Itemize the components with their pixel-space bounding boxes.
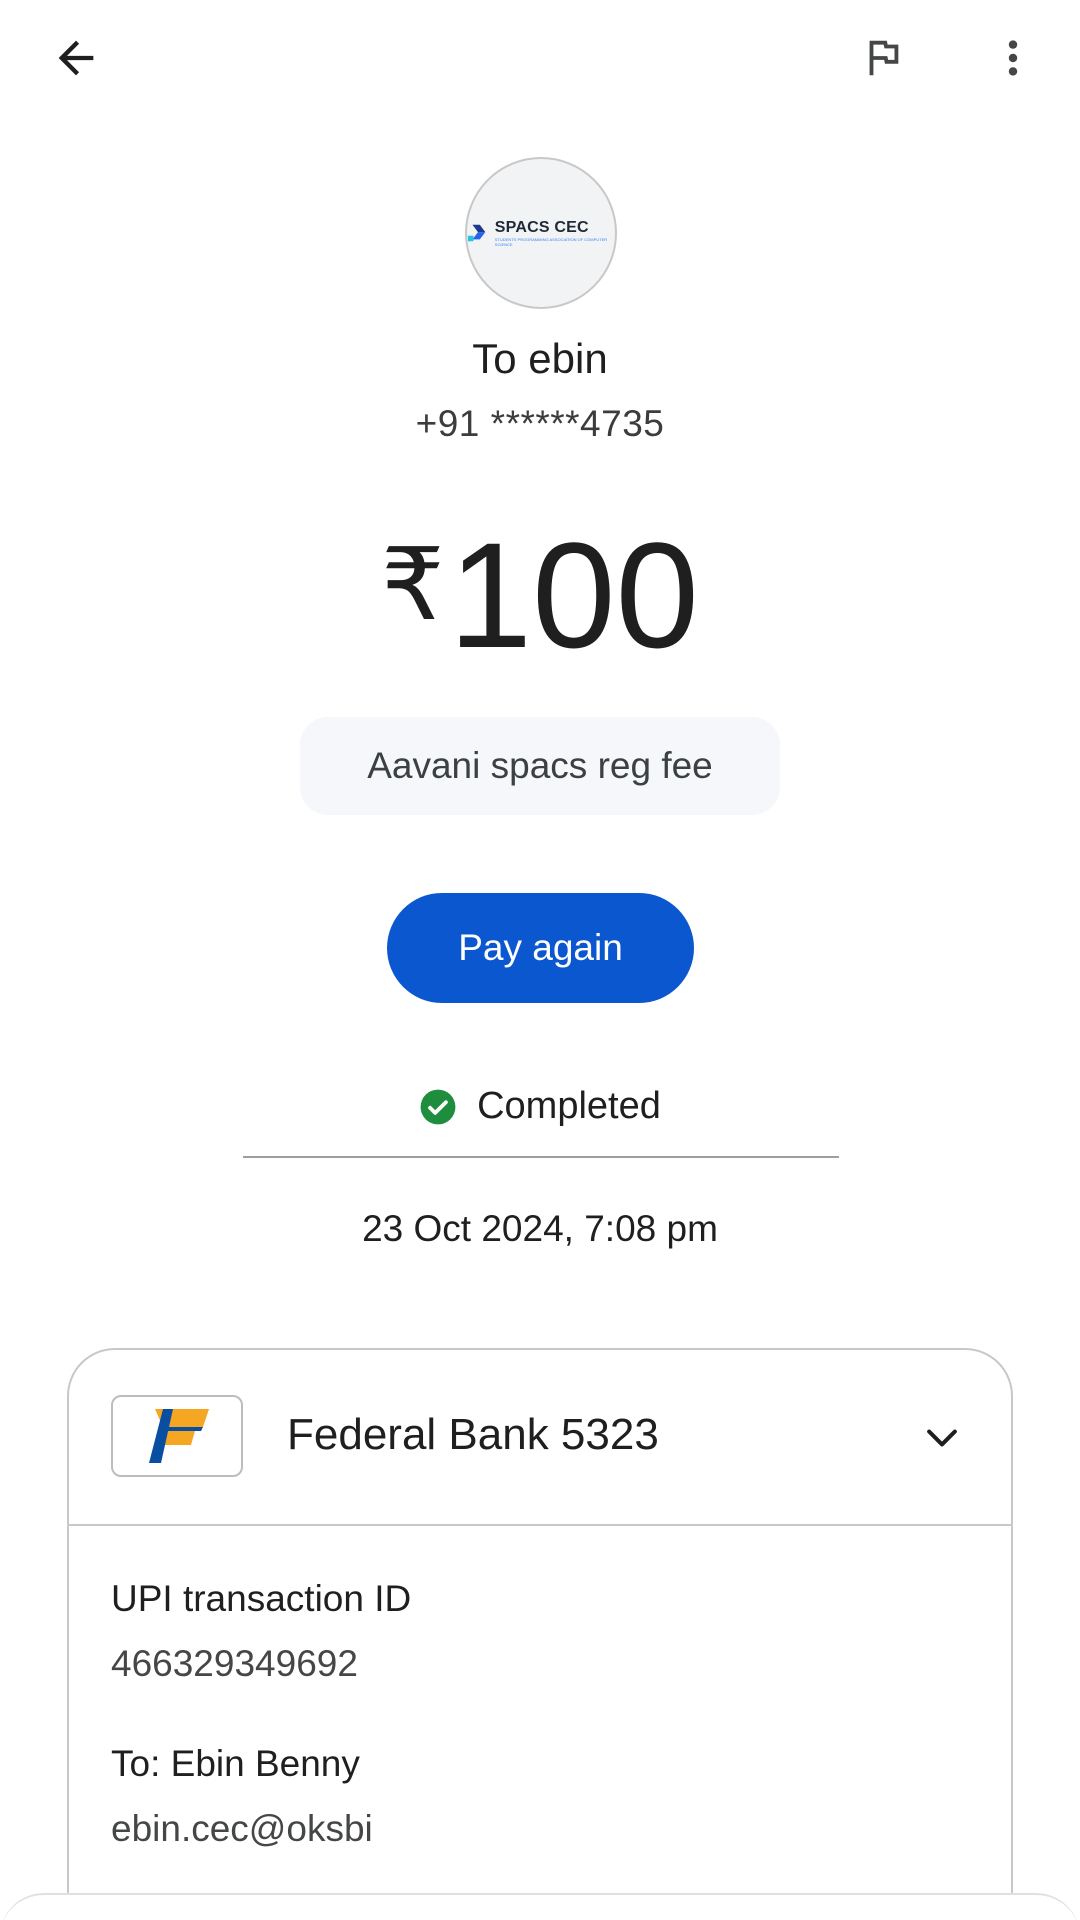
report-button[interactable] xyxy=(835,10,931,106)
amount-value: 100 xyxy=(448,511,699,679)
recipient-avatar: SPACS CEC STUDENTS PROGRAMMING ASSOCIATI… xyxy=(465,157,617,309)
recipient-phone: +91 ******4735 xyxy=(415,403,665,444)
more-options-button[interactable] xyxy=(965,10,1061,106)
payment-amount: ₹100 xyxy=(0,505,1080,675)
transaction-timestamp: 23 Oct 2024, 7:08 pm xyxy=(362,1208,718,1249)
currency-symbol: ₹ xyxy=(381,529,445,641)
bank-name: Federal Bank 5323 xyxy=(287,1410,659,1459)
status-row: Completed xyxy=(0,1085,1080,1128)
chevron-down-icon xyxy=(927,1429,957,1447)
bank-details-card: Federal Bank 5323 UPI transaction ID 466… xyxy=(67,1348,1013,1920)
logo-subtext: STUDENTS PROGRAMMING ASSOCIATION OF COMP… xyxy=(494,237,608,247)
logo-text: SPACS CEC xyxy=(494,219,589,236)
recipient-name: To ebin xyxy=(472,335,608,382)
spacs-logo-mark-icon xyxy=(467,224,486,242)
more-vert-icon xyxy=(1008,40,1018,76)
back-button[interactable] xyxy=(28,10,124,106)
status-divider xyxy=(243,1156,839,1158)
expand-chevron[interactable] xyxy=(914,1410,970,1466)
pay-again-button[interactable]: Pay again xyxy=(387,893,694,1003)
bank-logo xyxy=(111,1395,243,1477)
payee-name-label: To: Ebin Benny xyxy=(111,1743,360,1784)
upi-transaction-id-value: 466329349692 xyxy=(111,1643,358,1684)
transaction-details-screen: SPACS CEC STUDENTS PROGRAMMING ASSOCIATI… xyxy=(0,0,1080,1920)
status-text: Completed xyxy=(477,1085,661,1127)
federal-bank-logo-icon xyxy=(149,1409,209,1463)
check-circle-icon xyxy=(420,1089,456,1124)
bottom-sheet-edge xyxy=(0,1893,1080,1920)
payment-note: Aavani spacs reg fee xyxy=(300,717,780,815)
bank-account-row[interactable]: Federal Bank 5323 xyxy=(69,1350,1011,1526)
upi-transaction-id-label: UPI transaction ID xyxy=(111,1578,412,1619)
payee-upi-id: ebin.cec@oksbi xyxy=(111,1808,373,1849)
arrow-back-icon xyxy=(58,40,94,76)
spacs-cec-logo: SPACS CEC STUDENTS PROGRAMMING ASSOCIATI… xyxy=(467,219,615,247)
flag-icon xyxy=(869,40,899,76)
